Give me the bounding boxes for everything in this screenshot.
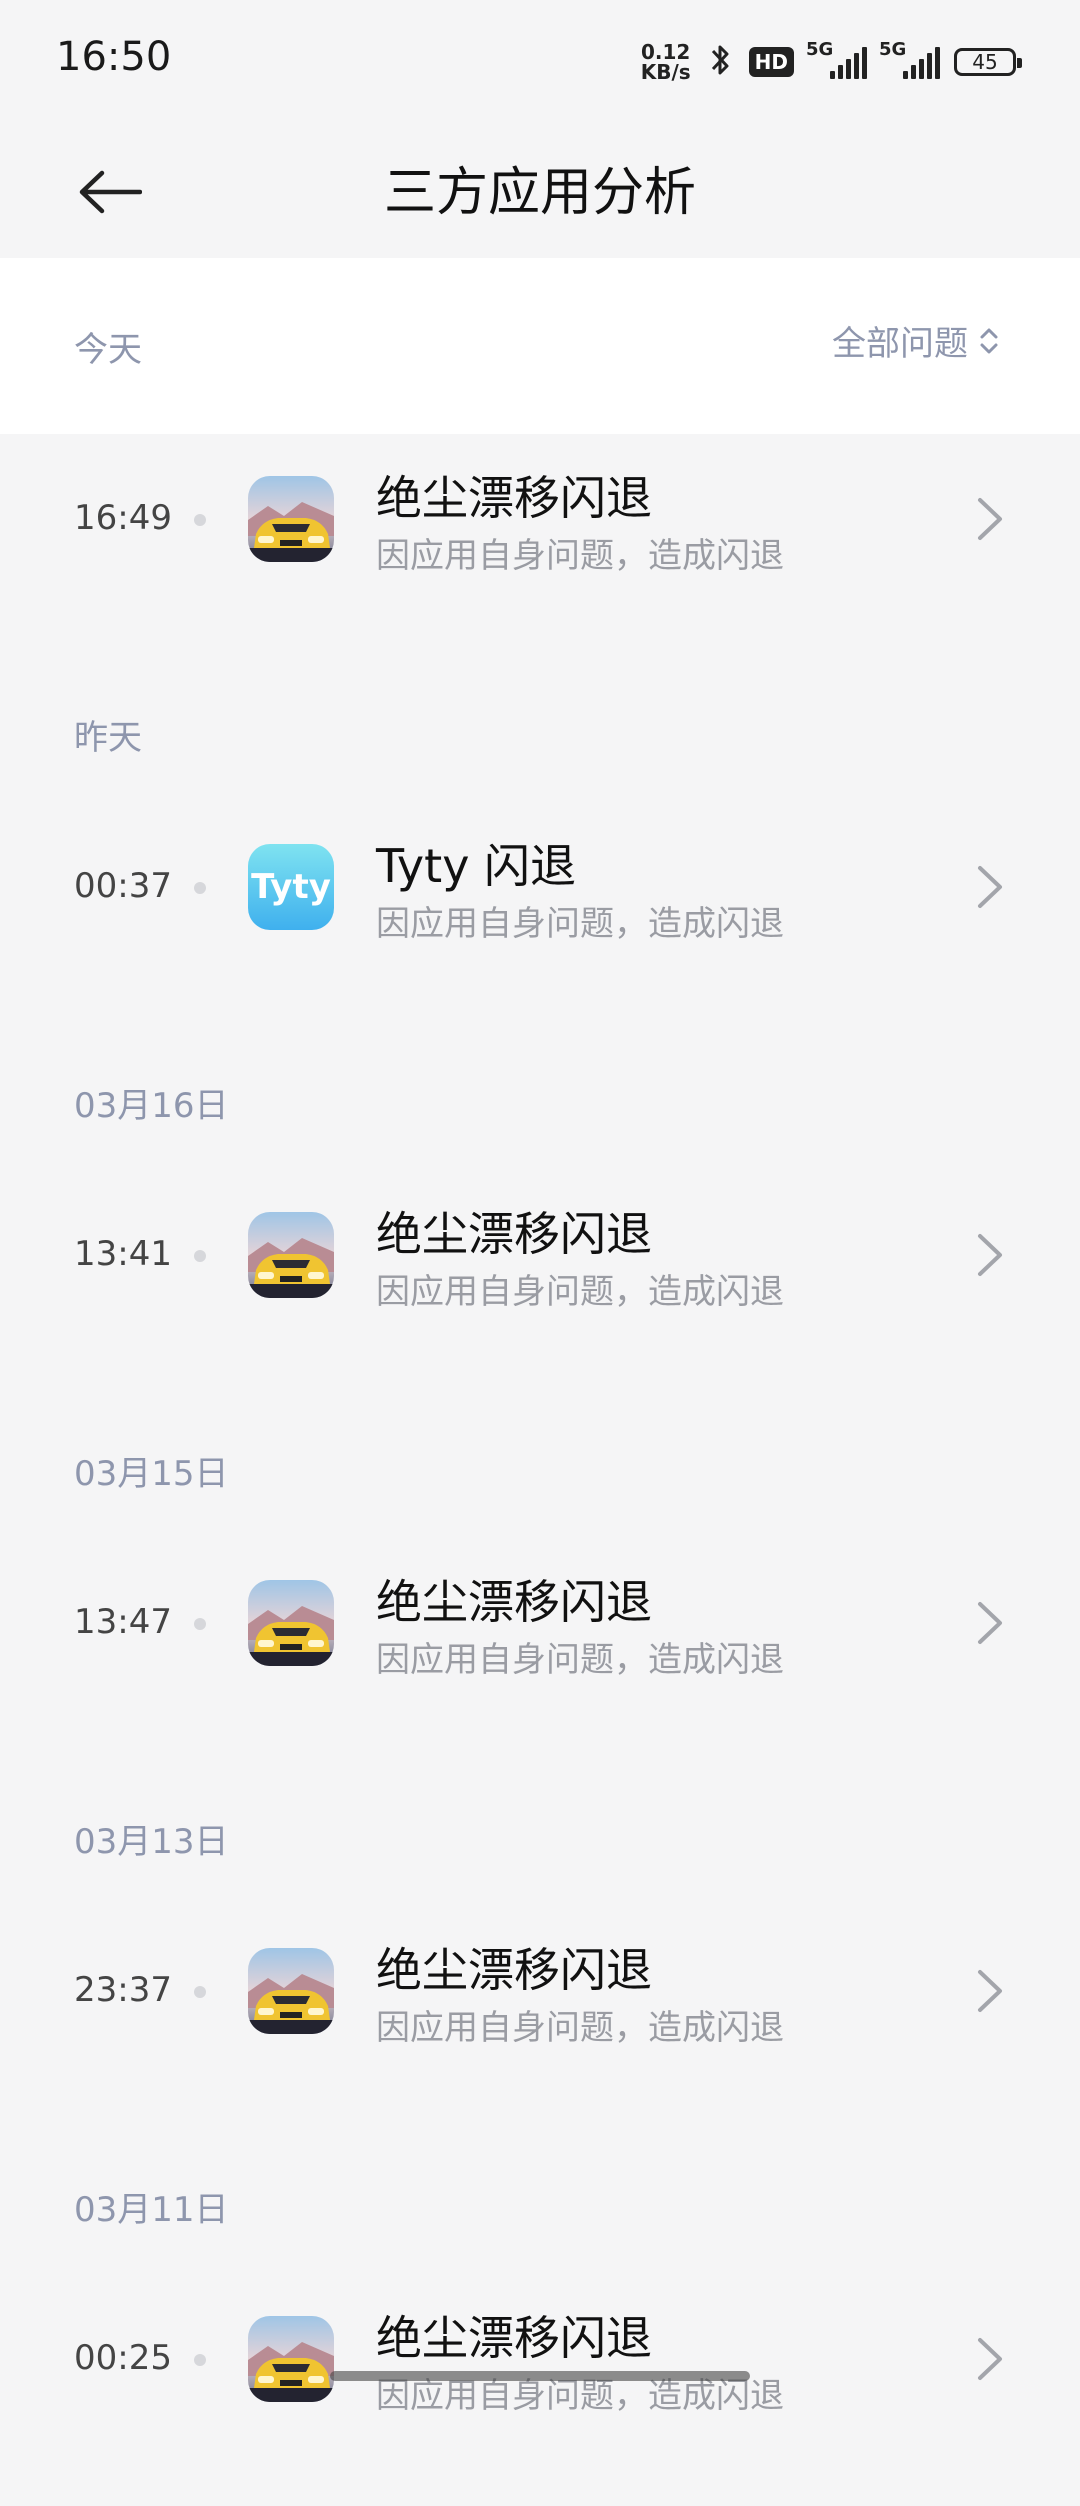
crash-title: Tyty 闪退	[376, 839, 577, 893]
crash-title: 绝尘漂移闪退	[376, 1575, 652, 1629]
timeline-dot	[194, 882, 206, 894]
car-game-icon	[248, 2316, 334, 2402]
car-game-icon	[248, 1580, 334, 1666]
crash-reason: 因应用自身问题，造成闪退	[376, 2008, 784, 2048]
date-section-header: 03月16日	[0, 1034, 1080, 1170]
crash-time: 00:25	[74, 2338, 172, 2378]
status-time: 16:50	[56, 34, 172, 80]
signal-icon-1: 5G	[806, 39, 867, 79]
crash-title: 绝尘漂移闪退	[376, 1207, 652, 1261]
signal-icon-2: 5G	[879, 39, 940, 79]
network-speed: 0.12 KB/s	[640, 40, 691, 84]
crash-time: 23:37	[74, 1970, 172, 2010]
sort-arrows-icon	[980, 328, 998, 353]
chevron-right-icon	[978, 1602, 1002, 1644]
date-section-header: 03月15日	[0, 1402, 1080, 1538]
section-date-label: 03月11日	[74, 2190, 229, 2230]
date-section-header: 03月11日	[0, 2138, 1080, 2274]
car-game-icon	[248, 1212, 334, 1298]
crash-reason: 因应用自身问题，造成闪退	[376, 1640, 784, 1680]
chevron-right-icon	[978, 1234, 1002, 1276]
crash-time: 13:47	[74, 1602, 172, 1642]
crash-list-item[interactable]: 13:47 绝尘漂移闪退因应用自身问题，造成闪退	[0, 1538, 1080, 1770]
date-section-header: 03月13日	[0, 1770, 1080, 1906]
crash-reason: 因应用自身问题，造成闪退	[376, 1272, 784, 1312]
timeline-dot	[194, 1618, 206, 1630]
issue-filter-label: 全部问题	[832, 324, 968, 364]
crash-title: 绝尘漂移闪退	[376, 2311, 652, 2365]
chevron-right-icon	[978, 498, 1002, 540]
crash-title: 绝尘漂移闪退	[376, 1943, 652, 1997]
hd-voice-icon: HD	[748, 47, 794, 77]
chevron-right-icon	[978, 866, 1002, 908]
home-indicator[interactable]	[330, 2371, 750, 2381]
crash-reason: 因应用自身问题，造成闪退	[376, 904, 784, 944]
section-date-label: 03月16日	[74, 1086, 229, 1126]
battery-icon: 45	[954, 48, 1022, 76]
crash-title: 绝尘漂移闪退	[376, 471, 652, 525]
issue-filter-dropdown[interactable]: 全部问题	[832, 316, 1000, 365]
chevron-right-icon	[978, 1970, 1002, 2012]
crash-reason: 因应用自身问题，造成闪退	[376, 536, 784, 576]
crash-list-item[interactable]: 00:37 Tyty Tyty 闪退因应用自身问题，造成闪退	[0, 802, 1080, 1034]
filter-bar: 今天 全部问题	[0, 258, 1080, 434]
timeline-dot	[194, 2354, 206, 2366]
app-header: 三方应用分析	[0, 124, 1080, 258]
crash-list-item[interactable]: 00:25 绝尘漂移闪退 因应用自身问题，造成闪退	[0, 2274, 1080, 2506]
crash-list: 16:49 绝尘漂移闪退 因应用自身问题，造成闪退 昨天 00:37 Tyty Tyty 闪…	[0, 434, 1080, 2506]
timeline-dot	[194, 514, 206, 526]
crash-list-item[interactable]: 13:41 绝尘漂移闪退因应用自身问题，造成闪退	[0, 1170, 1080, 1402]
crash-time: 00:37	[74, 866, 172, 906]
timeline-dot	[194, 1250, 206, 1262]
car-game-icon	[248, 1948, 334, 2034]
page-title: 三方应用分析	[383, 163, 696, 223]
section-date-label: 昨天	[74, 718, 142, 758]
chevron-right-icon	[978, 2338, 1002, 2380]
crash-list-item[interactable]: 16:49 绝尘漂移闪退因应用自身问题，造成闪退	[0, 434, 1080, 666]
status-bar: 16:50 0.12 KB/s HD 5G 5G 45	[0, 0, 1080, 124]
crash-time: 16:49	[74, 498, 172, 538]
bluetooth-icon	[705, 40, 735, 84]
section-date-label: 03月15日	[74, 1454, 229, 1494]
timeline-dot	[194, 1986, 206, 1998]
date-section-header: 昨天	[0, 666, 1080, 802]
crash-time: 13:41	[74, 1234, 172, 1274]
crash-list-item[interactable]: 23:37 绝尘漂移闪退因应用自身问题，造成闪退	[0, 1906, 1080, 2138]
date-label-today: 今天	[74, 330, 142, 370]
tyty-app-icon: Tyty	[248, 844, 334, 930]
status-icons: 0.12 KB/s HD 5G 5G 45	[640, 39, 1022, 84]
car-game-icon	[248, 476, 334, 562]
section-date-label: 03月13日	[74, 1822, 229, 1862]
